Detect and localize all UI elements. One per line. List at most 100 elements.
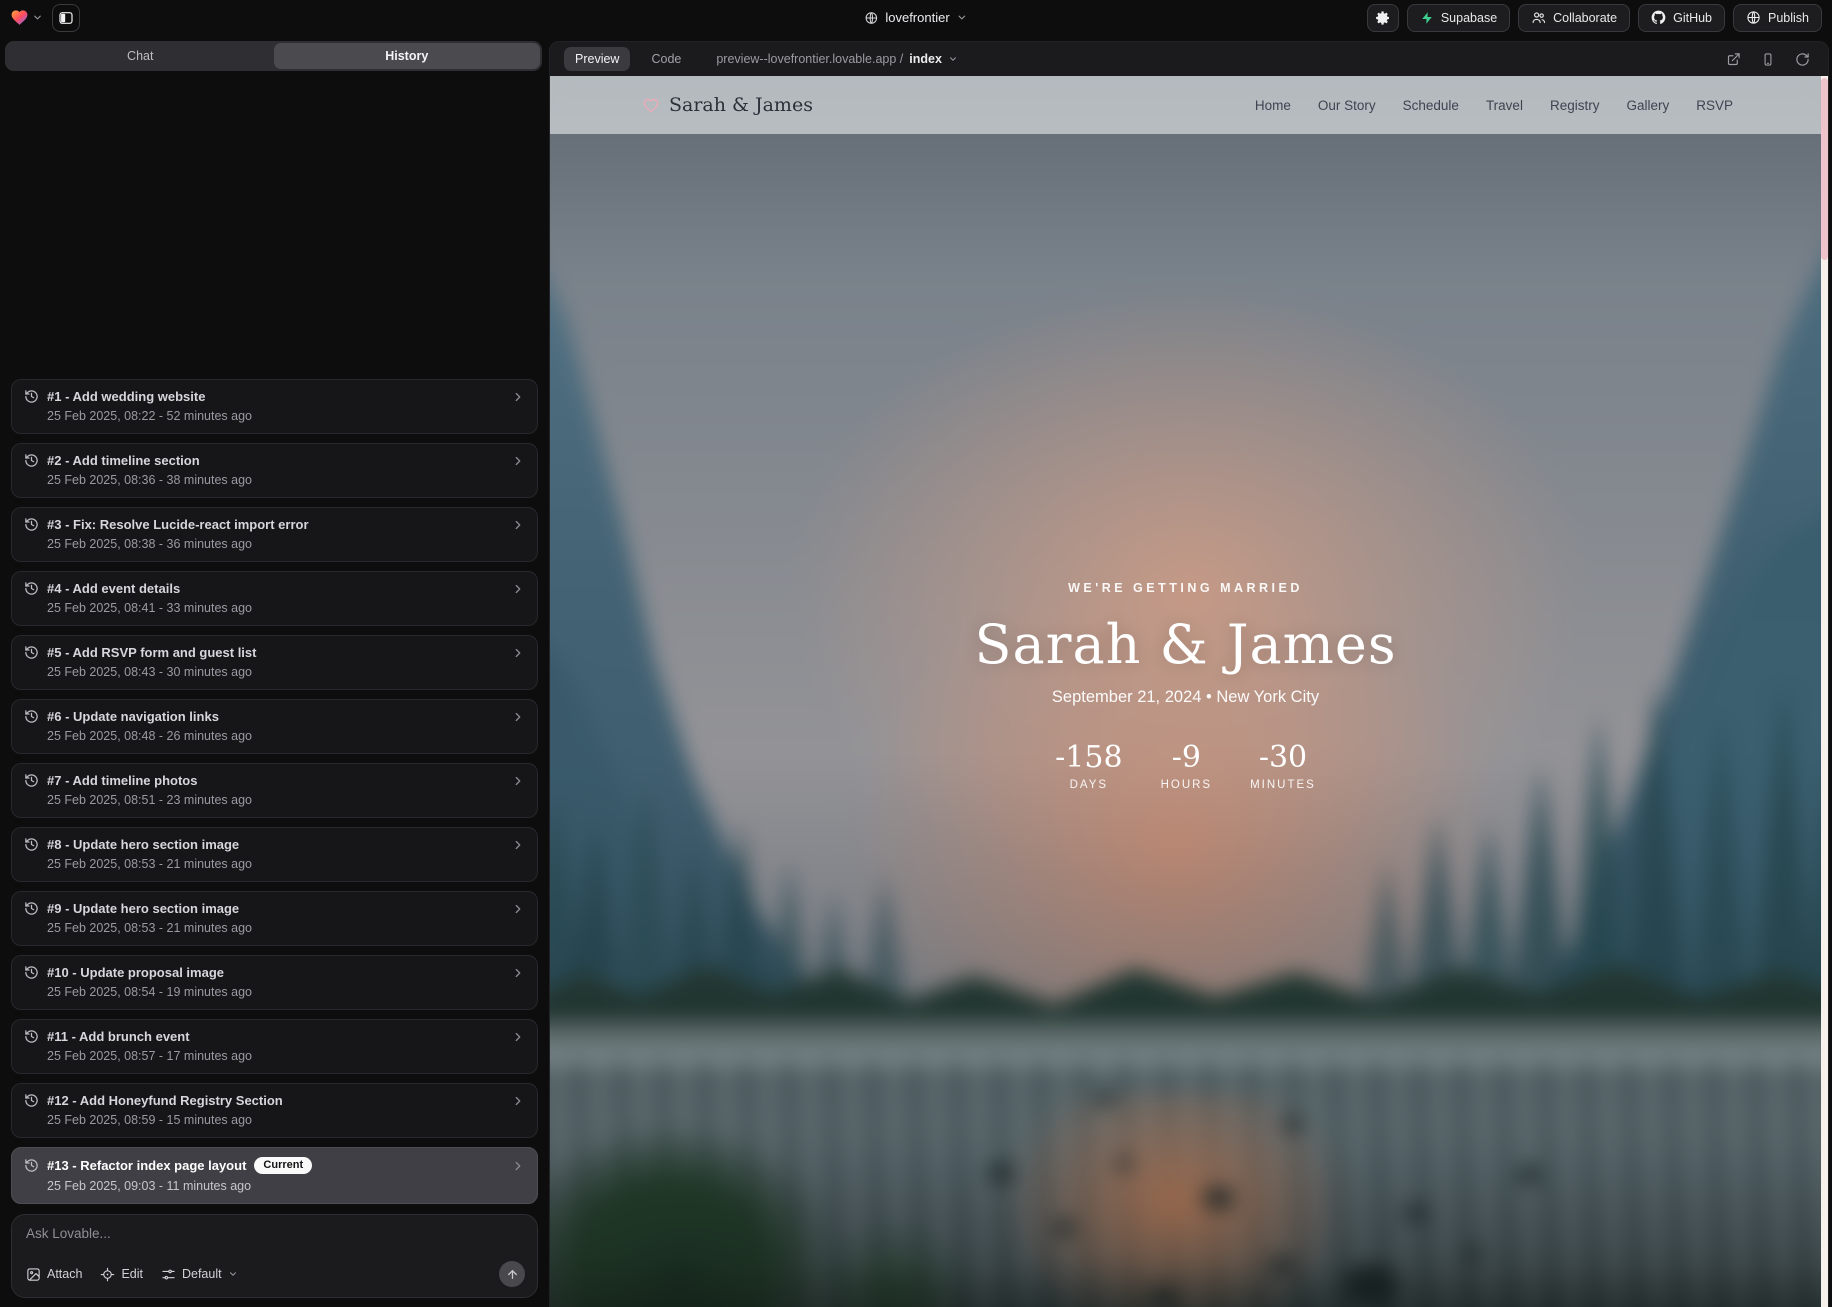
external-link-icon — [1726, 52, 1741, 67]
site-nav-link[interactable]: Registry — [1550, 98, 1600, 113]
history-icon — [24, 453, 39, 468]
history-icon — [24, 709, 39, 724]
chevron-right-icon — [511, 1030, 525, 1044]
github-button[interactable]: GitHub — [1638, 4, 1725, 32]
history-item[interactable]: #8 - Update hero section image 25 Feb 20… — [11, 827, 538, 882]
mode-selector[interactable]: Default — [161, 1267, 238, 1282]
publish-button[interactable]: Publish — [1733, 4, 1822, 32]
sidebar: Chat History #1 - Add wedding website — [0, 35, 547, 1307]
history-item-timestamp: 25 Feb 2025, 08:59 - 15 minutes ago — [47, 1113, 525, 1127]
history-item[interactable]: #3 - Fix: Resolve Lucide-react import er… — [11, 507, 538, 562]
site-nav-link[interactable]: Travel — [1486, 98, 1523, 113]
tab-code[interactable]: Code — [640, 47, 692, 71]
history-item-timestamp: 25 Feb 2025, 09:03 - 11 minutes ago — [47, 1179, 525, 1193]
history-item[interactable]: #13 - Refactor index page layout Current… — [11, 1147, 538, 1204]
send-arrow-icon — [506, 1268, 519, 1281]
history-item[interactable]: #7 - Add timeline photos 25 Feb 2025, 08… — [11, 763, 538, 818]
site-brand-name: Sarah & James — [669, 94, 813, 116]
countdown-item: -158 DAYS — [1055, 741, 1122, 791]
history-item-title: #7 - Add timeline photos — [47, 773, 197, 788]
mobile-preview-button[interactable] — [1761, 52, 1775, 67]
edit-button[interactable]: Edit — [100, 1267, 143, 1282]
settings-button[interactable] — [1367, 4, 1399, 32]
site-nav-link[interactable]: RSVP — [1696, 98, 1733, 113]
history-item-title: #10 - Update proposal image — [47, 965, 224, 980]
site-nav-link[interactable]: Gallery — [1626, 98, 1669, 113]
history-item-title: #9 - Update hero section image — [47, 901, 239, 916]
chevron-right-icon — [511, 582, 525, 596]
chevron-right-icon — [511, 390, 525, 404]
countdown-item: -30 MINUTES — [1250, 741, 1316, 791]
github-label: GitHub — [1673, 11, 1712, 25]
topbar: lovefrontier Supabase Collab — [0, 0, 1832, 35]
globe-icon — [864, 11, 878, 25]
history-item[interactable]: #5 - Add RSVP form and guest list 25 Feb… — [11, 635, 538, 690]
history-item-timestamp: 25 Feb 2025, 08:53 - 21 minutes ago — [47, 921, 525, 935]
site-nav-link[interactable]: Our Story — [1318, 98, 1376, 113]
history-icon — [24, 1093, 39, 1108]
tab-history[interactable]: History — [274, 43, 541, 69]
sidebar-toggle-button[interactable] — [52, 4, 80, 32]
site-scrollbar — [1821, 76, 1828, 1307]
mode-label: Default — [182, 1267, 222, 1281]
history-list: #1 - Add wedding website 25 Feb 2025, 08… — [0, 73, 547, 1204]
hero-title: Sarah & James — [974, 613, 1396, 676]
attach-button[interactable]: Attach — [26, 1267, 82, 1282]
site-nav-link[interactable]: Schedule — [1403, 98, 1459, 113]
countdown-label: MINUTES — [1250, 779, 1316, 791]
history-item-timestamp: 25 Feb 2025, 08:41 - 33 minutes ago — [47, 601, 525, 615]
history-item[interactable]: #6 - Update navigation links 25 Feb 2025… — [11, 699, 538, 754]
tab-chat[interactable]: Chat — [7, 43, 274, 69]
sidebar-toggle-icon — [58, 10, 74, 26]
history-item[interactable]: #1 - Add wedding website 25 Feb 2025, 08… — [11, 379, 538, 434]
history-item[interactable]: #11 - Add brunch event 25 Feb 2025, 08:5… — [11, 1019, 538, 1074]
github-icon — [1651, 10, 1666, 25]
tab-preview[interactable]: Preview — [564, 47, 630, 71]
chevron-right-icon — [511, 710, 525, 724]
ask-lovable-input[interactable] — [26, 1226, 525, 1252]
history-icon — [24, 645, 39, 660]
history-item-timestamp: 25 Feb 2025, 08:22 - 52 minutes ago — [47, 409, 525, 423]
chevron-right-icon — [511, 838, 525, 852]
app: lovefrontier Supabase Collab — [0, 0, 1832, 1307]
history-item[interactable]: #10 - Update proposal image 25 Feb 2025,… — [11, 955, 538, 1010]
heart-outline-icon — [642, 96, 660, 114]
chevron-right-icon — [511, 646, 525, 660]
history-item[interactable]: #9 - Update hero section image 25 Feb 20… — [11, 891, 538, 946]
history-item-title: #13 - Refactor index page layout — [47, 1158, 246, 1173]
preview-panel: Preview Code preview--lovefrontier.lovab… — [549, 41, 1829, 1307]
countdown-value: -158 — [1055, 741, 1122, 776]
site-nav-link[interactable]: Home — [1255, 98, 1291, 113]
refresh-icon — [1795, 52, 1810, 67]
send-button[interactable] — [499, 1261, 525, 1287]
chat-history-tabs: Chat History — [5, 41, 542, 71]
history-item-title: #2 - Add timeline section — [47, 453, 200, 468]
attach-image-icon — [26, 1267, 41, 1282]
history-item[interactable]: #12 - Add Honeyfund Registry Section 25 … — [11, 1083, 538, 1138]
history-item[interactable]: #4 - Add event details 25 Feb 2025, 08:4… — [11, 571, 538, 626]
lovable-logo-menu[interactable] — [10, 8, 43, 27]
site-brand[interactable]: Sarah & James — [642, 94, 813, 116]
chevron-right-icon — [511, 518, 525, 532]
chevron-down-icon — [32, 12, 43, 23]
history-item[interactable]: #2 - Add timeline section 25 Feb 2025, 0… — [11, 443, 538, 498]
current-badge: Current — [254, 1157, 312, 1174]
history-icon — [24, 1029, 39, 1044]
preview-url-page: index — [909, 52, 942, 66]
composer: Attach Edit Default — [11, 1214, 538, 1298]
history-item-title: #8 - Update hero section image — [47, 837, 239, 852]
publish-globe-icon — [1746, 10, 1761, 25]
collaborate-button[interactable]: Collaborate — [1518, 4, 1630, 32]
collaborate-users-icon — [1531, 10, 1546, 25]
project-selector[interactable]: lovefrontier — [864, 10, 967, 25]
open-in-new-tab-button[interactable] — [1726, 52, 1741, 67]
supabase-icon — [1420, 11, 1434, 25]
history-item-timestamp: 25 Feb 2025, 08:48 - 26 minutes ago — [47, 729, 525, 743]
history-item-timestamp: 25 Feb 2025, 08:36 - 38 minutes ago — [47, 473, 525, 487]
site-scrollbar-thumb[interactable] — [1821, 78, 1828, 260]
history-item-timestamp: 25 Feb 2025, 08:57 - 17 minutes ago — [47, 1049, 525, 1063]
chevron-right-icon — [511, 454, 525, 468]
refresh-button[interactable] — [1795, 52, 1810, 67]
supabase-button[interactable]: Supabase — [1407, 4, 1510, 32]
preview-url-selector[interactable]: preview--lovefrontier.lovable.app / inde… — [716, 52, 958, 66]
